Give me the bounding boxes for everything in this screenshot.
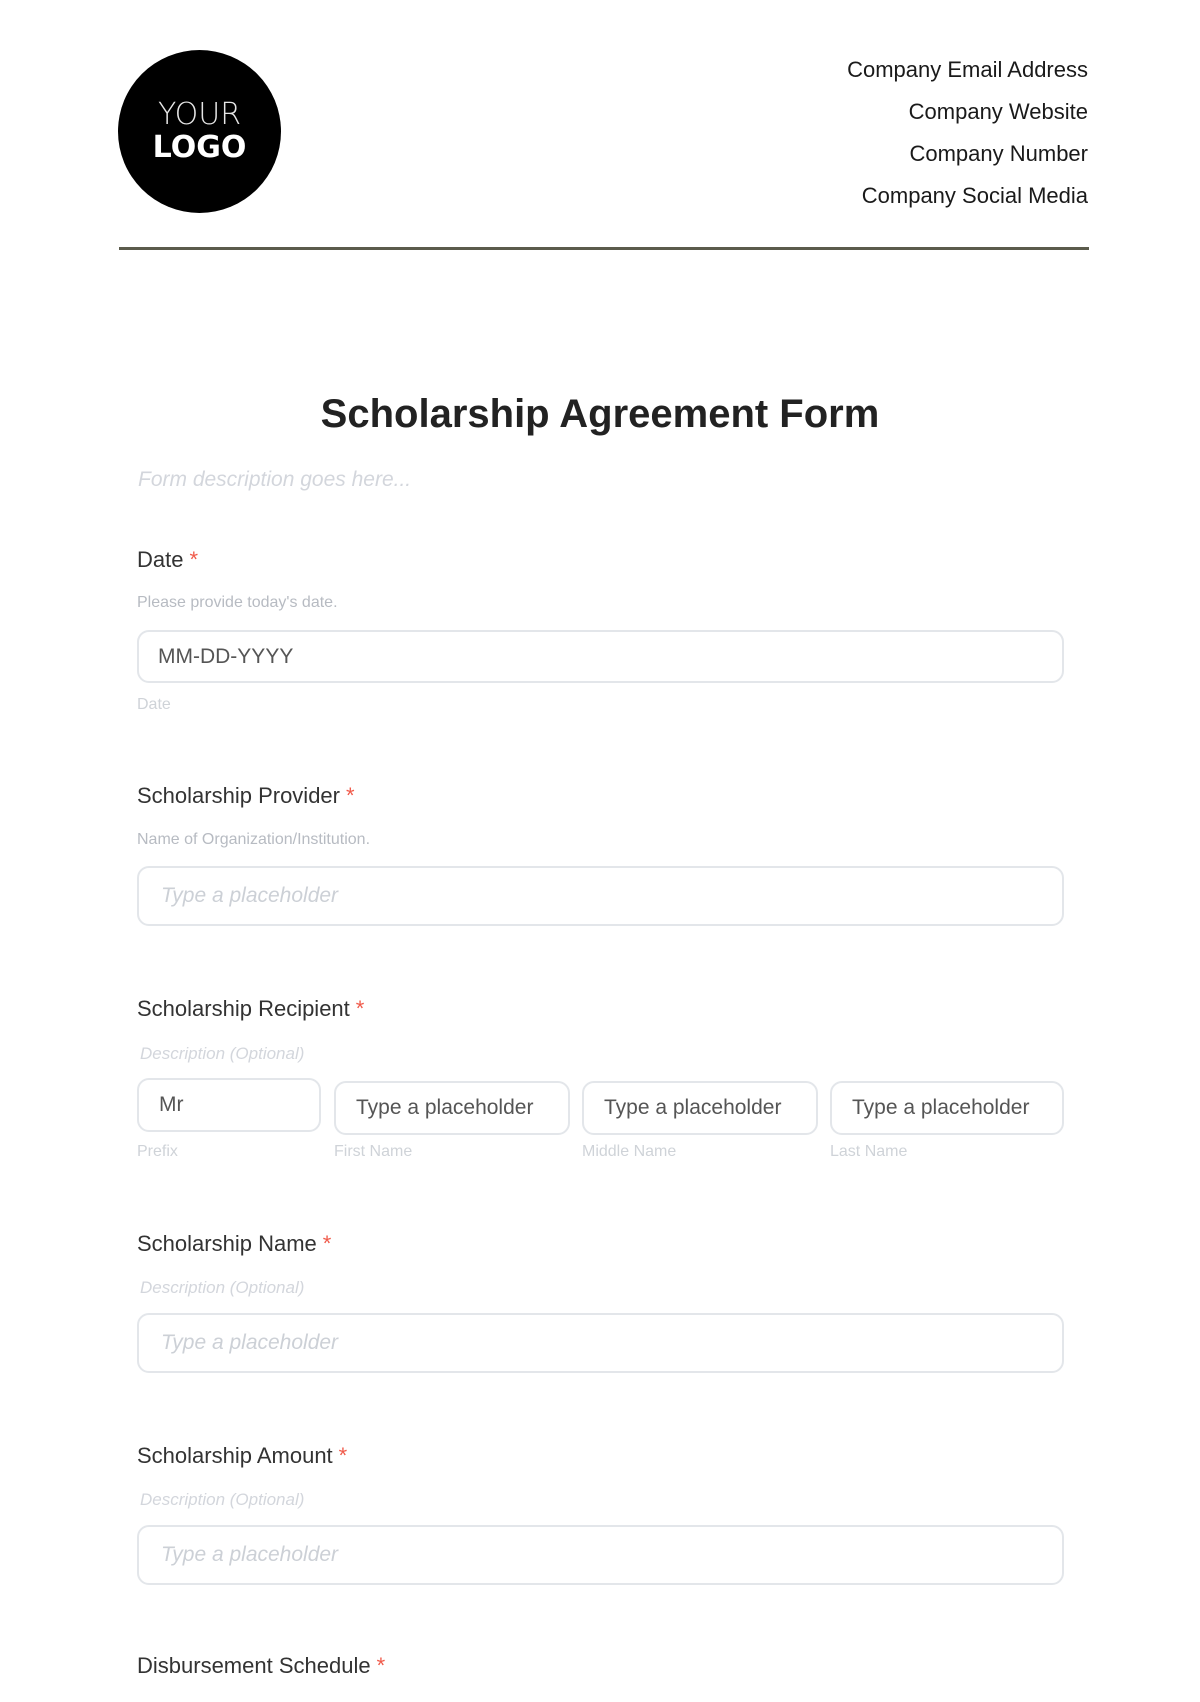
middle-name-placeholder: Type a placeholder bbox=[604, 1096, 782, 1119]
logo-line-2: LOGO bbox=[152, 129, 247, 165]
recipient-label: Scholarship Recipient * bbox=[137, 996, 364, 1022]
required-asterisk: * bbox=[355, 996, 365, 1021]
last-name-placeholder: Type a placeholder bbox=[852, 1096, 1030, 1119]
prefix-input[interactable]: Mr bbox=[137, 1078, 321, 1132]
scholarship-amount-description: Description (Optional) bbox=[140, 1490, 305, 1509]
provider-placeholder: Type a placeholder bbox=[161, 884, 339, 907]
scholarship-amount-input[interactable]: Type a placeholder bbox=[137, 1525, 1064, 1585]
date-label: Date * bbox=[137, 547, 198, 573]
last-name-input[interactable]: Type a placeholder bbox=[830, 1081, 1064, 1135]
middle-name-input[interactable]: Type a placeholder bbox=[582, 1081, 818, 1135]
company-logo: YOUR LOGO bbox=[118, 50, 281, 213]
recipient-label-text: Scholarship Recipient bbox=[137, 996, 350, 1021]
disbursement-schedule-label-text: Disbursement Schedule bbox=[137, 1653, 371, 1678]
company-email: Company Email Address bbox=[847, 57, 1088, 82]
last-name-sublabel: Last Name bbox=[830, 1143, 908, 1160]
provider-description: Name of Organization/Institution. bbox=[137, 831, 371, 848]
prefix-value: Mr bbox=[159, 1093, 184, 1116]
required-asterisk: * bbox=[376, 1653, 386, 1678]
form-title: Scholarship Agreement Form bbox=[320, 392, 880, 436]
first-name-placeholder: Type a placeholder bbox=[356, 1096, 534, 1119]
company-contact-block: Company Email Address Company Website Co… bbox=[847, 56, 1088, 224]
disbursement-schedule-label: Disbursement Schedule * bbox=[137, 1653, 385, 1679]
date-description: Please provide today's date. bbox=[137, 594, 338, 611]
scholarship-name-label-text: Scholarship Name bbox=[137, 1231, 317, 1256]
scholarship-amount-placeholder: Type a placeholder bbox=[161, 1543, 339, 1566]
recipient-description: Description (Optional) bbox=[140, 1044, 305, 1063]
scholarship-name-label: Scholarship Name * bbox=[137, 1231, 331, 1257]
company-social-media: Company Social Media bbox=[861, 183, 1088, 208]
header-divider bbox=[119, 247, 1089, 250]
first-name-input[interactable]: Type a placeholder bbox=[334, 1081, 570, 1135]
prefix-sublabel: Prefix bbox=[137, 1143, 178, 1160]
required-asterisk: * bbox=[189, 547, 199, 572]
required-asterisk: * bbox=[345, 783, 355, 808]
required-asterisk: * bbox=[322, 1231, 332, 1256]
provider-input[interactable]: Type a placeholder bbox=[137, 866, 1064, 926]
scholarship-name-input[interactable]: Type a placeholder bbox=[137, 1313, 1064, 1373]
middle-name-sublabel: Middle Name bbox=[582, 1143, 677, 1160]
scholarship-amount-label-text: Scholarship Amount bbox=[137, 1443, 333, 1468]
date-input-value: MM-DD-YYYY bbox=[158, 644, 294, 668]
scholarship-name-description: Description (Optional) bbox=[140, 1278, 305, 1297]
date-input[interactable]: MM-DD-YYYY bbox=[137, 630, 1064, 683]
company-number: Company Number bbox=[909, 141, 1088, 166]
form-description: Form description goes here... bbox=[138, 468, 412, 491]
company-website: Company Website bbox=[908, 99, 1088, 124]
date-label-text: Date bbox=[137, 547, 184, 572]
scholarship-name-placeholder: Type a placeholder bbox=[161, 1331, 339, 1354]
date-sublabel: Date bbox=[137, 696, 171, 713]
provider-label-text: Scholarship Provider bbox=[137, 783, 340, 808]
scholarship-amount-label: Scholarship Amount * bbox=[137, 1443, 347, 1469]
logo-line-1: YOUR bbox=[157, 96, 242, 132]
first-name-sublabel: First Name bbox=[334, 1143, 413, 1160]
provider-label: Scholarship Provider * bbox=[137, 783, 355, 809]
required-asterisk: * bbox=[338, 1443, 348, 1468]
